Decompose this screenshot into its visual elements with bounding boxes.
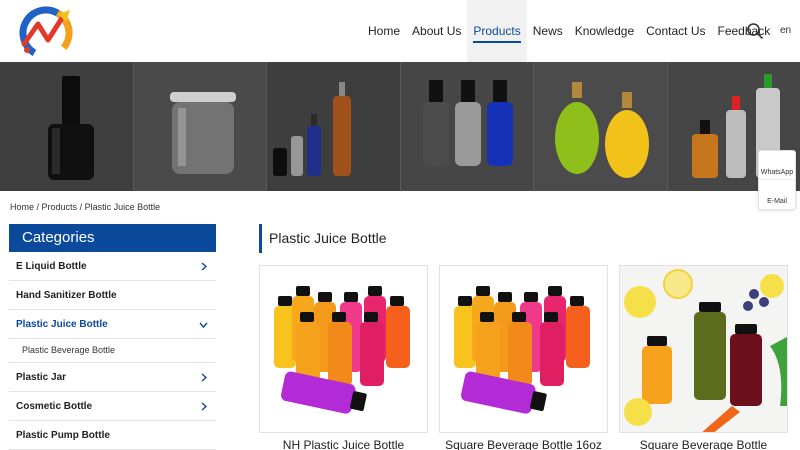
breadcrumb: Home / Products / Plastic Juice Bottle (10, 202, 160, 212)
category-plastic-juice-bottle[interactable]: Plastic Juice Bottle (9, 310, 216, 339)
language-switch[interactable]: en (780, 25, 791, 36)
hero-banner (0, 62, 800, 191)
subcategory-plastic-beverage-bottle[interactable]: Plastic Beverage Bottle (9, 339, 216, 363)
breadcrumb-separator: / (34, 202, 42, 212)
product-image-juice-bottles (260, 266, 427, 432)
nav-products[interactable]: Products (467, 0, 527, 62)
nav-about-us[interactable]: About Us (406, 0, 467, 62)
product-title[interactable]: Square Beverage Bottle 16oz (439, 438, 608, 450)
category-label: Plastic Pump Bottle (16, 430, 110, 441)
main-nav: Home About Us Products News Knowledge Co… (362, 0, 776, 62)
category-label: Plastic Juice Bottle (16, 319, 108, 330)
search-icon[interactable] (746, 22, 764, 40)
breadcrumb-current: Plastic Juice Bottle (84, 202, 161, 212)
category-label: Plastic Jar (16, 372, 67, 383)
categories-heading: Categories (9, 224, 216, 252)
product-card[interactable] (439, 265, 608, 433)
product-image-juice-with-fruits (620, 266, 787, 432)
nail-polish-bottle-image (48, 76, 94, 180)
category-label: Hand Sanitizer Bottle (16, 290, 117, 301)
product-image-square-bottles (440, 266, 607, 432)
clear-jar-image (169, 92, 236, 174)
breadcrumb-separator: / (77, 202, 85, 212)
email-button[interactable]: E-Mail (759, 180, 795, 209)
category-hand-sanitizer-bottle[interactable]: Hand Sanitizer Bottle (9, 281, 216, 310)
site-header: Home About Us Products News Knowledge Co… (0, 0, 800, 62)
category-plastic-pump-bottle[interactable]: Plastic Pump Bottle (9, 421, 216, 450)
contact-float-panel: WhatsApp E-Mail (758, 150, 796, 210)
banner-panel-plastic-jar (133, 62, 267, 191)
whatsapp-button[interactable]: WhatsApp (759, 151, 795, 180)
category-plastic-jar[interactable]: Plastic Jar (9, 363, 216, 392)
chevron-right-icon[interactable] (199, 262, 208, 271)
category-e-liquid-bottle[interactable]: E Liquid Bottle (9, 252, 216, 281)
breadcrumb-home[interactable]: Home (10, 202, 34, 212)
banner-panel-round-bottles (400, 62, 534, 191)
nav-news[interactable]: News (527, 0, 569, 62)
banner-panel-bulb-bottles (534, 62, 668, 191)
nav-feedback[interactable]: Feedback (712, 0, 777, 62)
breadcrumb-products[interactable]: Products (42, 202, 78, 212)
category-label: Cosmetic Bottle (16, 401, 93, 412)
category-list: E Liquid Bottle Hand Sanitizer Bottle Pl… (9, 252, 216, 450)
chevron-down-icon[interactable] (199, 320, 208, 329)
product-card[interactable] (259, 265, 428, 433)
category-label: E Liquid Bottle (16, 261, 87, 272)
nav-contact-us[interactable]: Contact Us (640, 0, 711, 62)
chevron-right-icon[interactable] (199, 402, 208, 411)
category-cosmetic-bottle[interactable]: Cosmetic Bottle (9, 392, 216, 421)
round-bottles-image (422, 80, 513, 166)
banner-panel-nail-bottle (0, 62, 134, 191)
chevron-right-icon[interactable] (199, 373, 208, 382)
bulb-bottles-image (555, 82, 649, 178)
product-title[interactable]: NH Plastic Juice Bottle (259, 438, 428, 450)
nav-home[interactable]: Home (362, 0, 406, 62)
nav-knowledge[interactable]: Knowledge (569, 0, 640, 62)
product-card[interactable] (619, 265, 788, 433)
company-logo[interactable] (14, 4, 78, 60)
banner-panel-dropper-bottles (267, 62, 401, 191)
dropper-bottles-image (273, 82, 351, 176)
product-title[interactable]: Square Beverage Bottle (619, 438, 788, 450)
page-title: Plastic Juice Bottle (259, 224, 387, 253)
